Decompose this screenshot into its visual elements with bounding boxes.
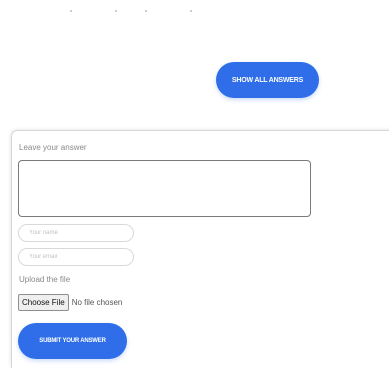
dot-3 bbox=[145, 10, 147, 12]
file-upload-row: Choose File No file chosen bbox=[18, 293, 122, 311]
show-all-answers-button[interactable]: SHOW ALL ANSWERS bbox=[216, 62, 319, 98]
choose-file-button[interactable]: Choose File bbox=[18, 293, 69, 311]
dot-1 bbox=[70, 10, 72, 12]
dot-2 bbox=[115, 10, 117, 12]
page: SHOW ALL ANSWERS Leave your answer Uploa… bbox=[0, 0, 389, 368]
upload-file-label: Upload the file bbox=[19, 275, 71, 284]
answer-form-card: Leave your answer Upload the file Choose… bbox=[11, 130, 389, 368]
answer-textarea[interactable] bbox=[18, 160, 311, 217]
top-separator-dots bbox=[70, 10, 200, 14]
dot-4 bbox=[190, 10, 192, 12]
email-input[interactable] bbox=[18, 248, 134, 266]
file-status-text: No file chosen bbox=[71, 297, 123, 307]
name-input[interactable] bbox=[18, 224, 134, 242]
submit-answer-button[interactable]: SUBMIT YOUR ANSWER bbox=[18, 323, 127, 359]
leave-answer-label: Leave your answer bbox=[19, 143, 87, 152]
